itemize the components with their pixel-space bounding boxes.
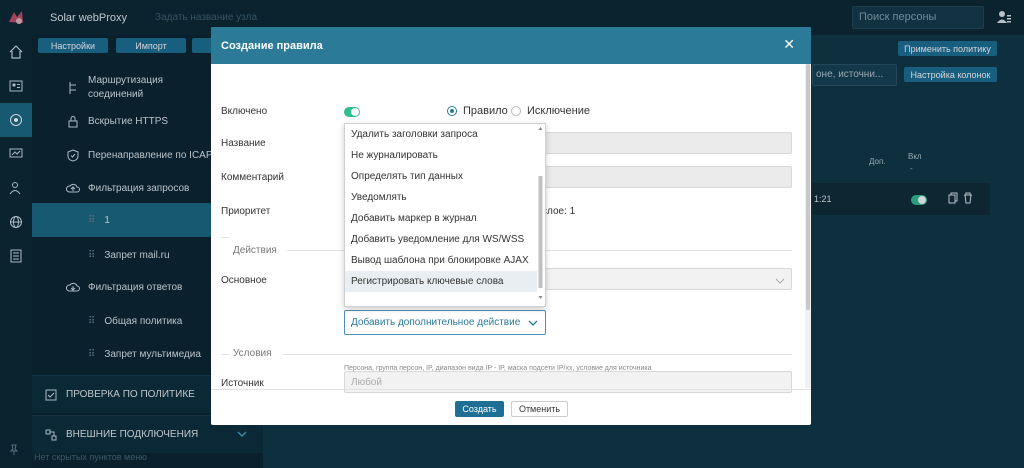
action-dropdown-list: Удалить заголовки запроса Не журналирова…: [344, 123, 546, 307]
dropdown-option[interactable]: Добавить маркер в журнал: [345, 208, 537, 229]
dropdown-option[interactable]: Вывод шаблона при блокировке AJAX: [345, 250, 537, 271]
source-hint: Персона, группа персон, IP, диапазон вид…: [344, 365, 652, 372]
add-action-select[interactable]: Добавить дополнительное действие: [344, 310, 546, 335]
dropdown-scrollbar[interactable]: [537, 124, 544, 306]
dialog-scrollbar[interactable]: [805, 64, 811, 388]
divider: [221, 237, 229, 238]
main-action-label: Основное: [221, 275, 267, 286]
dialog-body: Включено Правило Исключение Название Ком…: [211, 64, 811, 393]
divider: [283, 354, 792, 355]
chevron-down-icon: [775, 276, 785, 287]
source-label: Источник: [221, 378, 264, 389]
dropdown-option[interactable]: Не журналировать: [345, 145, 537, 166]
add-action-label: Добавить дополнительное действие: [351, 317, 521, 328]
radio-exception-label: Исключение: [527, 105, 590, 117]
conditions-section-title: Условия: [233, 348, 272, 359]
dropdown-option[interactable]: Уведомлять: [345, 187, 537, 208]
create-rule-dialog: Создание правила ✕ Включено Правило Искл…: [211, 27, 811, 425]
close-icon[interactable]: ✕: [783, 36, 795, 53]
create-button[interactable]: Создать: [455, 401, 504, 417]
enabled-toggle[interactable]: [344, 107, 360, 117]
radio-rule[interactable]: Правило: [447, 105, 508, 117]
divider: [221, 354, 229, 355]
radio-rule-label: Правило: [463, 105, 508, 117]
priority-text: слое: 1: [542, 206, 576, 217]
radio-exception-icon[interactable]: [511, 106, 521, 117]
name-label: Название: [221, 138, 266, 149]
dialog-footer: Создать Отменить: [211, 389, 811, 425]
dialog-header: Создание правила: [211, 27, 811, 64]
dropdown-option-highlighted[interactable]: Регистрировать ключевые слова: [345, 271, 537, 292]
dropdown-option[interactable]: Удалить заголовки запроса: [345, 124, 537, 145]
comment-label: Комментарий: [221, 172, 284, 183]
chevron-down-icon: [528, 318, 538, 329]
cancel-button[interactable]: Отменить: [511, 401, 568, 417]
scrollbar-thumb[interactable]: [806, 64, 810, 310]
radio-exception[interactable]: Исключение: [511, 105, 590, 117]
dropdown-option[interactable]: Добавить уведомление для WS/WSS: [345, 229, 537, 250]
dropdown-option[interactable]: Определять тип данных: [345, 166, 537, 187]
dialog-title: Создание правила: [221, 39, 323, 52]
radio-rule-icon[interactable]: [447, 106, 457, 117]
actions-section-title: Действия: [233, 245, 277, 256]
priority-label: Приоритет: [221, 206, 271, 217]
enabled-label: Включено: [221, 106, 268, 117]
